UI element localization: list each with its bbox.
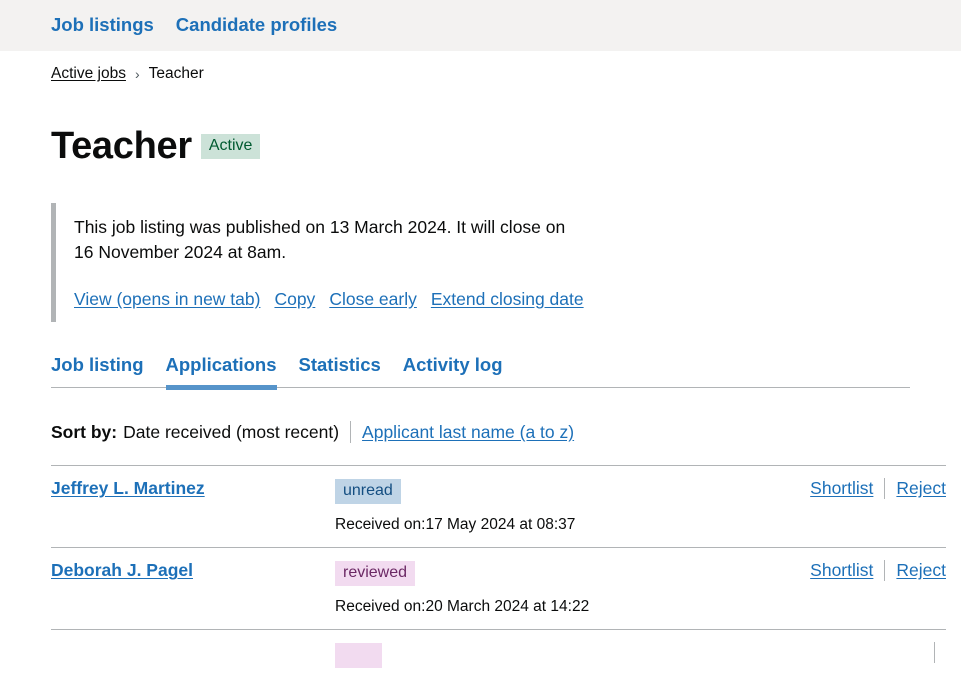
shortlist-link[interactable]: Shortlist: [810, 478, 873, 499]
applicant-name-link[interactable]: Deborah J. Pagel: [51, 560, 193, 581]
extend-closing-date-link[interactable]: Extend closing date: [431, 289, 584, 310]
table-row: Deborah J. Pagel reviewed Received on:20…: [51, 547, 946, 629]
sort-by-label: Sort by:: [51, 421, 118, 442]
sort-bar: Sort by: Date received (most recent) App…: [51, 421, 961, 444]
table-row: Jeffrey L. Martinez unread Received on:1…: [51, 465, 946, 547]
copy-listing-link[interactable]: Copy: [274, 289, 315, 310]
global-navigation: Job listings Candidate profiles: [0, 0, 961, 51]
tab-job-listing[interactable]: Job listing: [51, 355, 144, 391]
sort-divider: [350, 421, 352, 444]
view-listing-link[interactable]: View (opens in new tab): [74, 289, 260, 310]
application-actions: Shortlist Reject: [810, 478, 946, 500]
tab-statistics[interactable]: Statistics: [299, 355, 381, 391]
tab-bar: Job listing Applications Statistics Acti…: [51, 355, 910, 391]
breadcrumb-item-teacher: Teacher: [148, 65, 204, 82]
application-actions: Shortlist Reject: [810, 560, 946, 582]
application-status-badge: [335, 643, 383, 669]
applicant-name-link[interactable]: Jeffrey L. Martinez: [51, 478, 205, 499]
action-divider: [934, 642, 935, 664]
chevron-right-icon: ›: [134, 66, 140, 82]
close-early-link[interactable]: Close early: [329, 289, 417, 310]
sort-current-value: Date received (most recent): [123, 421, 340, 442]
nav-item-job-listings[interactable]: Job listings: [51, 16, 154, 35]
table-row: [51, 629, 946, 693]
sort-by-last-name-link[interactable]: Applicant last name (a to z): [362, 422, 574, 443]
shortlist-link[interactable]: Shortlist: [810, 560, 873, 581]
tab-applications[interactable]: Applications: [165, 355, 277, 391]
breadcrumb: Active jobs › Teacher: [0, 51, 961, 83]
inset-text: This job listing was published on 13 Mar…: [74, 217, 566, 263]
reject-link[interactable]: Reject: [896, 560, 946, 581]
inset-text-panel: This job listing was published on 13 Mar…: [51, 203, 614, 322]
breadcrumb-item-active-jobs[interactable]: Active jobs: [51, 65, 126, 83]
application-status-badge: reviewed: [335, 561, 416, 587]
application-received-date: Received on:20 March 2024 at 14:22: [335, 598, 590, 616]
application-list: Jeffrey L. Martinez unread Received on:1…: [51, 465, 946, 693]
application-status-badge: unread: [335, 479, 401, 505]
application-received-date: Received on:17 May 2024 at 08:37: [335, 516, 576, 534]
inset-action-links: View (opens in new tab) Copy Close early…: [74, 289, 614, 310]
action-divider: [884, 478, 886, 500]
status-badge: Active: [200, 133, 261, 159]
reject-link[interactable]: Reject: [896, 478, 946, 499]
application-details: [335, 642, 946, 669]
page-title: Teacher: [51, 125, 192, 167]
page-title-row: Teacher Active: [0, 83, 961, 165]
tab-activity-log[interactable]: Activity log: [403, 355, 503, 391]
application-actions: [923, 642, 946, 664]
action-divider: [884, 560, 886, 582]
nav-item-candidate-profiles[interactable]: Candidate profiles: [176, 16, 337, 35]
